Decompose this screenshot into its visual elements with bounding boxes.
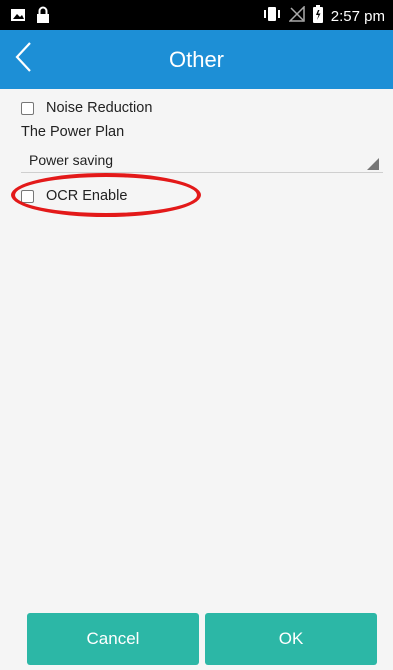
highlight-annotation <box>11 173 201 217</box>
page-title: Other <box>168 47 225 72</box>
ok-button[interactable]: OK <box>205 613 377 665</box>
vibrate-icon <box>263 6 281 26</box>
status-right-icons: 2:57 pm <box>263 5 385 27</box>
clock: 2:57 pm <box>330 7 385 25</box>
image-icon <box>10 7 26 28</box>
app-bar: Other <box>0 30 393 89</box>
noise-reduction-label: Noise Reduction <box>46 100 153 116</box>
noise-reduction-checkbox[interactable] <box>21 101 34 115</box>
noise-reduction-row[interactable]: Noise Reduction <box>21 96 152 120</box>
power-plan-selected: Power saving <box>29 152 114 168</box>
dropdown-arrow-icon <box>367 158 379 170</box>
power-plan-label: The Power Plan <box>21 124 125 140</box>
status-left-icons <box>10 6 50 29</box>
battery-icon <box>312 5 323 27</box>
lock-icon <box>36 6 50 29</box>
power-plan-dropdown[interactable]: Power saving <box>21 150 383 173</box>
cancel-button[interactable]: Cancel <box>27 613 199 665</box>
status-bar: 2:57 pm <box>0 0 393 30</box>
no-signal-icon <box>287 5 305 26</box>
